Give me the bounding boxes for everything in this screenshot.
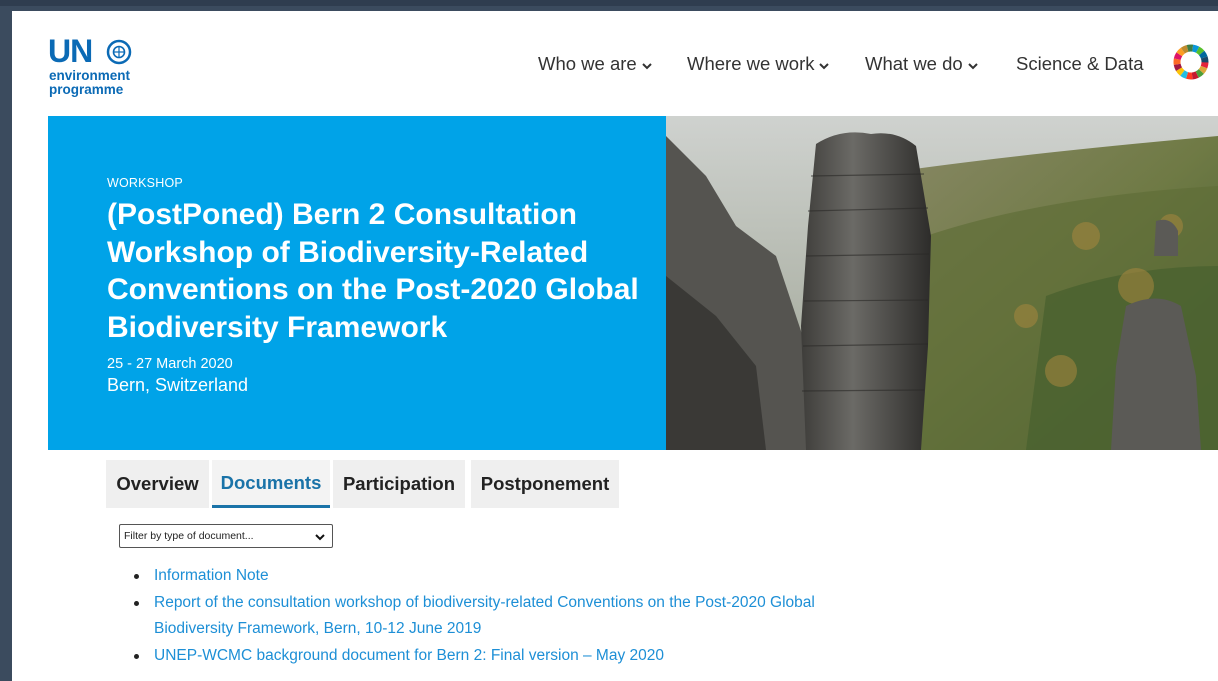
documents-list: Information Note Report of the consultat… — [132, 563, 892, 669]
tab-documents[interactable]: Documents — [212, 460, 330, 508]
list-item: UNEP-WCMC background document for Bern 2… — [132, 643, 892, 670]
list-item: Information Note — [132, 563, 892, 590]
nav-label: What we do — [865, 53, 963, 74]
nav-science-data[interactable]: Science & Data — [1016, 51, 1144, 77]
hero-banner: WORKSHOP (PostPoned) Bern 2 Consultation… — [48, 116, 666, 450]
filter-selected-value: Filter by type of document... — [124, 530, 254, 542]
unep-logo[interactable]: UN environment programme — [48, 35, 158, 101]
nav-where-we-work[interactable]: Where we work — [687, 51, 830, 77]
tab-postponement[interactable]: Postponement — [471, 460, 619, 508]
logo-programme-text: programme — [49, 82, 124, 97]
chevron-down-icon — [642, 63, 652, 70]
nav-who-we-are[interactable]: Who we are — [538, 51, 653, 77]
tab-label: Participation — [342, 473, 456, 494]
chevron-down-icon — [819, 63, 830, 70]
sandstone-rock-pillar-photo — [666, 116, 1218, 450]
event-location: Bern, Switzerland — [107, 375, 249, 395]
nav-what-we-do[interactable]: What we do — [865, 51, 979, 77]
logo-un-text: UN — [48, 33, 93, 69]
document-link[interactable]: UNEP-WCMC background document for Bern 2… — [154, 647, 664, 664]
logo-environment-text: environment — [49, 68, 131, 83]
tab-participation[interactable]: Participation — [333, 460, 465, 508]
document-link[interactable]: Information Note — [154, 567, 269, 584]
chevron-down-icon — [315, 534, 325, 541]
tab-label: Documents — [220, 471, 322, 493]
nav-label: Science & Data — [1016, 53, 1144, 74]
event-date: 25 - 27 March 2020 — [107, 356, 233, 372]
un-emblem-icon — [106, 39, 132, 65]
document-type-filter[interactable]: Filter by type of document... — [119, 524, 333, 548]
event-type-label: WORKSHOP — [107, 176, 183, 190]
tab-overview[interactable]: Overview — [106, 460, 209, 508]
list-item: Report of the consultation workshop of b… — [132, 590, 892, 643]
hero-image — [666, 116, 1218, 450]
document-link[interactable]: Report of the consultation workshop of b… — [154, 594, 815, 638]
page-title: (PostPoned) Bern 2 Consultation Workshop… — [107, 198, 639, 344]
tab-label: Postponement — [480, 473, 610, 494]
browser-viewport: UN environment programme Who we are Wher… — [12, 11, 1218, 681]
window-top-border — [0, 0, 1218, 6]
nav-label: Where we work — [687, 53, 815, 74]
nav-label: Who we are — [538, 53, 637, 74]
tab-label: Overview — [116, 473, 199, 494]
sdg-wheel-icon[interactable] — [1172, 43, 1210, 81]
chevron-down-icon — [967, 63, 978, 70]
